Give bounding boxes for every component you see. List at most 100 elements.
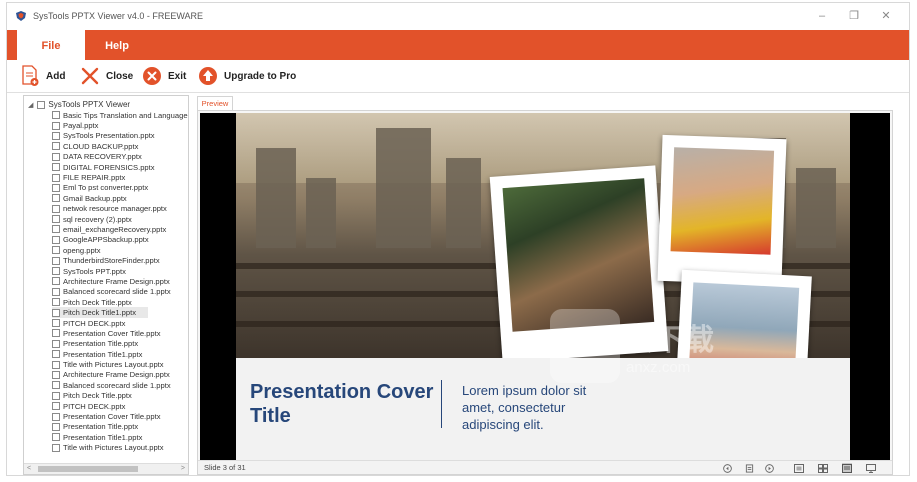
file-checkbox[interactable] bbox=[52, 121, 60, 130]
previous-slide-icon[interactable] bbox=[722, 463, 732, 473]
file-checkbox[interactable] bbox=[52, 267, 60, 276]
slide-content: Presentation Cover Title Lorem ipsum dol… bbox=[236, 113, 850, 460]
file-checkbox[interactable] bbox=[52, 402, 60, 411]
tree-file-item[interactable]: Title with Pictures Layout.pptx bbox=[52, 443, 188, 453]
file-checkbox[interactable] bbox=[52, 246, 60, 255]
normal-view-icon[interactable] bbox=[794, 463, 804, 473]
maximize-button[interactable]: ❐ bbox=[839, 6, 869, 26]
tree-file-item[interactable]: DIGITAL FORENSICS.pptx bbox=[52, 162, 188, 172]
file-checkbox[interactable] bbox=[52, 215, 60, 224]
tree-file-item[interactable]: openg.pptx bbox=[52, 245, 188, 255]
file-checkbox[interactable] bbox=[52, 319, 60, 327]
tree-file-item[interactable]: Gmail Backup.pptx bbox=[52, 193, 188, 203]
file-checkbox[interactable] bbox=[52, 329, 60, 338]
file-checkbox[interactable] bbox=[52, 225, 60, 234]
tree-file-item[interactable]: Balanced scorecard slide 1.pptx bbox=[52, 380, 188, 390]
tree-file-item[interactable]: SysTools PPT.pptx bbox=[52, 266, 188, 276]
file-checkbox[interactable] bbox=[52, 204, 60, 213]
file-checkbox[interactable] bbox=[52, 443, 60, 452]
tab-help[interactable]: Help bbox=[87, 30, 147, 60]
tree-file-item[interactable]: sql recovery (2).pptx bbox=[52, 214, 188, 224]
file-checkbox[interactable] bbox=[52, 298, 60, 307]
root-checkbox[interactable] bbox=[37, 100, 46, 109]
file-checkbox[interactable] bbox=[52, 381, 60, 390]
tree-file-item[interactable]: GoogleAPPSbackup.pptx bbox=[52, 235, 188, 245]
caption-divider bbox=[441, 380, 442, 428]
scroll-left-icon[interactable]: < bbox=[27, 465, 31, 472]
scrollbar-thumb[interactable] bbox=[38, 466, 138, 472]
window-title: SysTools PPTX Viewer v4.0 - FREEWARE bbox=[33, 11, 204, 21]
close-button[interactable]: Close bbox=[79, 64, 133, 88]
file-checkbox[interactable] bbox=[52, 277, 60, 286]
next-slide-icon[interactable] bbox=[764, 463, 774, 473]
close-window-button[interactable]: ✕ bbox=[871, 6, 901, 26]
slide-caption-panel: Presentation Cover Title Lorem ipsum dol… bbox=[236, 358, 850, 460]
tree-file-label: Presentation Title.pptx bbox=[63, 339, 139, 349]
add-button[interactable]: Add bbox=[19, 64, 65, 88]
tree-file-item[interactable]: Presentation Title1.pptx bbox=[52, 349, 188, 359]
tree-file-item[interactable]: Architecture Frame Design.pptx bbox=[52, 276, 188, 286]
tree-file-label: FILE REPAIR.pptx bbox=[63, 173, 126, 183]
tree-file-item[interactable]: DATA RECOVERY.pptx bbox=[52, 152, 188, 162]
expand-arrow-icon[interactable]: ◢ bbox=[28, 101, 33, 109]
file-checkbox[interactable] bbox=[52, 131, 60, 140]
upgrade-button[interactable]: Upgrade to Pro bbox=[197, 64, 296, 88]
tree-root[interactable]: ◢ SysTools PPTX Viewer bbox=[28, 99, 130, 110]
tree-file-item[interactable]: Pitch Deck Title1.pptx bbox=[52, 307, 148, 318]
file-checkbox[interactable] bbox=[52, 163, 60, 172]
grid-view-icon[interactable] bbox=[818, 463, 828, 473]
tree-file-item[interactable]: SysTools Presentation.pptx bbox=[52, 131, 188, 141]
toolbar: Add Close Exit Upgrade to Pro bbox=[7, 60, 909, 93]
tree-file-item[interactable]: Balanced scorecard slide 1.pptx bbox=[52, 287, 188, 297]
file-checkbox[interactable] bbox=[52, 360, 60, 369]
tree-file-label: PITCH DECK.pptx bbox=[63, 318, 126, 328]
slideshow-icon[interactable] bbox=[866, 463, 876, 473]
file-checkbox[interactable] bbox=[52, 422, 60, 431]
tree-file-item[interactable]: Presentation Cover Title.pptx bbox=[52, 411, 188, 421]
tree-file-item[interactable]: netwok resource manager.pptx bbox=[52, 204, 188, 214]
minimize-button[interactable]: – bbox=[807, 6, 837, 26]
file-checkbox[interactable] bbox=[52, 111, 60, 120]
tree-file-item[interactable]: Presentation Title.pptx bbox=[52, 422, 188, 432]
file-checkbox[interactable] bbox=[52, 350, 60, 359]
tab-preview[interactable]: Preview bbox=[197, 96, 233, 110]
file-checkbox[interactable] bbox=[52, 183, 60, 192]
file-checkbox[interactable] bbox=[52, 173, 60, 182]
file-checkbox[interactable] bbox=[52, 256, 60, 265]
tree-file-item[interactable]: Presentation Title.pptx bbox=[52, 339, 188, 349]
file-checkbox[interactable] bbox=[52, 412, 60, 421]
tree-file-item[interactable]: Architecture Frame Design.pptx bbox=[52, 370, 188, 380]
tree-file-label: Balanced scorecard slide 1.pptx bbox=[63, 287, 171, 297]
tab-file[interactable]: File bbox=[17, 30, 85, 60]
tree-file-item[interactable]: email_exchangeRecovery.pptx bbox=[52, 224, 188, 234]
tree-file-item[interactable]: Presentation Cover Title.pptx bbox=[52, 328, 188, 338]
file-checkbox[interactable] bbox=[52, 194, 60, 203]
tree-file-item[interactable]: ThunderbirdStoreFinder.pptx bbox=[52, 255, 188, 265]
file-checkbox[interactable] bbox=[52, 433, 60, 442]
reading-view-icon[interactable] bbox=[842, 463, 852, 473]
tree-file-item[interactable]: Title with Pictures Layout.pptx bbox=[52, 359, 188, 369]
slide-list-icon[interactable] bbox=[744, 463, 754, 473]
tree-file-item[interactable]: Eml To pst converter.pptx bbox=[52, 183, 188, 193]
file-checkbox[interactable] bbox=[52, 370, 60, 379]
exit-button[interactable]: Exit bbox=[141, 64, 186, 88]
file-checkbox[interactable] bbox=[52, 287, 60, 296]
file-checkbox[interactable] bbox=[52, 142, 60, 151]
file-checkbox[interactable] bbox=[52, 339, 60, 348]
file-checkbox[interactable] bbox=[52, 235, 60, 244]
file-checkbox[interactable] bbox=[52, 391, 60, 400]
tree-horizontal-scrollbar[interactable]: < > bbox=[24, 463, 188, 474]
tree-file-item[interactable]: PITCH DECK.pptx bbox=[52, 318, 188, 328]
tree-file-item[interactable]: Pitch Deck Title.pptx bbox=[52, 391, 188, 401]
tree-file-item[interactable]: Payal.pptx bbox=[52, 120, 188, 130]
tree-file-item[interactable]: CLOUD BACKUP.pptx bbox=[52, 141, 188, 151]
tree-file-item[interactable]: FILE REPAIR.pptx bbox=[52, 172, 188, 183]
tree-file-item[interactable]: Pitch Deck Title.pptx bbox=[52, 297, 188, 307]
file-checkbox[interactable] bbox=[52, 152, 60, 161]
tree-file-item[interactable]: Presentation Title1.pptx bbox=[52, 432, 188, 442]
scroll-right-icon[interactable]: > bbox=[181, 465, 185, 472]
tree-file-item[interactable]: PITCH DECK.pptx bbox=[52, 401, 188, 411]
tree-file-label: PITCH DECK.pptx bbox=[63, 401, 126, 411]
tree-file-item[interactable]: Basic Tips Translation and Language C bbox=[52, 110, 188, 120]
file-checkbox[interactable] bbox=[52, 308, 60, 317]
